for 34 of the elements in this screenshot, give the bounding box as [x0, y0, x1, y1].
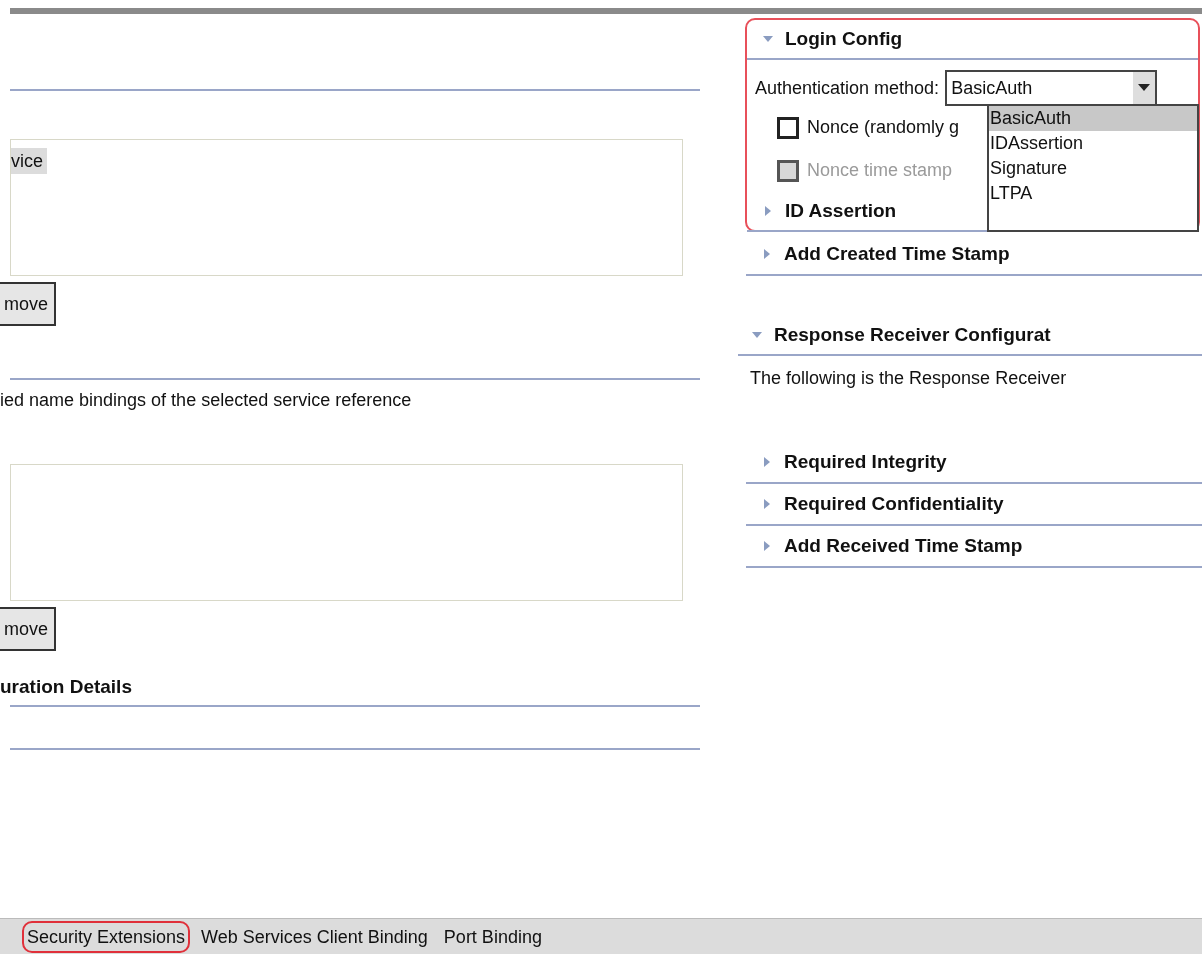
dropdown-option[interactable]: Signature: [989, 156, 1197, 181]
field-label: Authentication method:: [755, 76, 940, 100]
description-text: ied name bindings of the selected service reference: [0, 389, 413, 412]
collapsed-arrow-icon[interactable]: [762, 499, 772, 509]
section-title[interactable]: Add Received Time Stamp: [784, 531, 1023, 561]
section-title[interactable]: Required Confidentiality: [784, 489, 1004, 519]
tab[interactable]: Port Binding: [438, 920, 547, 953]
collapsed-arrow-icon[interactable]: [762, 541, 772, 551]
dropdown-option[interactable]: LTPA: [989, 181, 1197, 206]
checkbox-label: Nonce time stamp: [807, 159, 953, 182]
list-item[interactable]: vice: [11, 148, 47, 174]
expanded-arrow-icon[interactable]: [752, 330, 762, 340]
checkbox-label: Nonce (randomly g: [807, 116, 960, 139]
remove-button[interactable]: move: [0, 282, 56, 326]
section-title[interactable]: Response Receiver Configurat: [774, 320, 1051, 350]
list-box[interactable]: vice: [10, 139, 683, 276]
collapsed-arrow-icon[interactable]: [762, 457, 772, 467]
section-title[interactable]: Login Config: [785, 24, 903, 54]
section-title[interactable]: Add Created Time Stamp: [784, 239, 1010, 269]
section-title[interactable]: Required Integrity: [784, 447, 947, 477]
remove-button[interactable]: move: [0, 607, 56, 651]
tab[interactable]: Security Extensions: [22, 920, 191, 953]
section-title[interactable]: ID Assertion: [785, 196, 897, 226]
section-heading: uration Details: [0, 675, 133, 699]
dropdown-option[interactable]: IDAssertion: [989, 131, 1197, 156]
tab[interactable]: Web Services Client Binding: [196, 920, 433, 953]
collapsed-arrow-icon[interactable]: [763, 206, 773, 216]
collapsed-arrow-icon[interactable]: [762, 249, 772, 259]
dropdown-field[interactable]: BasicAuth: [945, 70, 1158, 106]
expanded-arrow-icon[interactable]: [763, 34, 773, 44]
dropdown-option[interactable]: BasicAuth: [989, 106, 1197, 131]
caret-icon[interactable]: [1138, 84, 1151, 92]
checkbox[interactable]: [777, 116, 799, 139]
description-text: The following is the Response Receiver: [749, 367, 1068, 390]
